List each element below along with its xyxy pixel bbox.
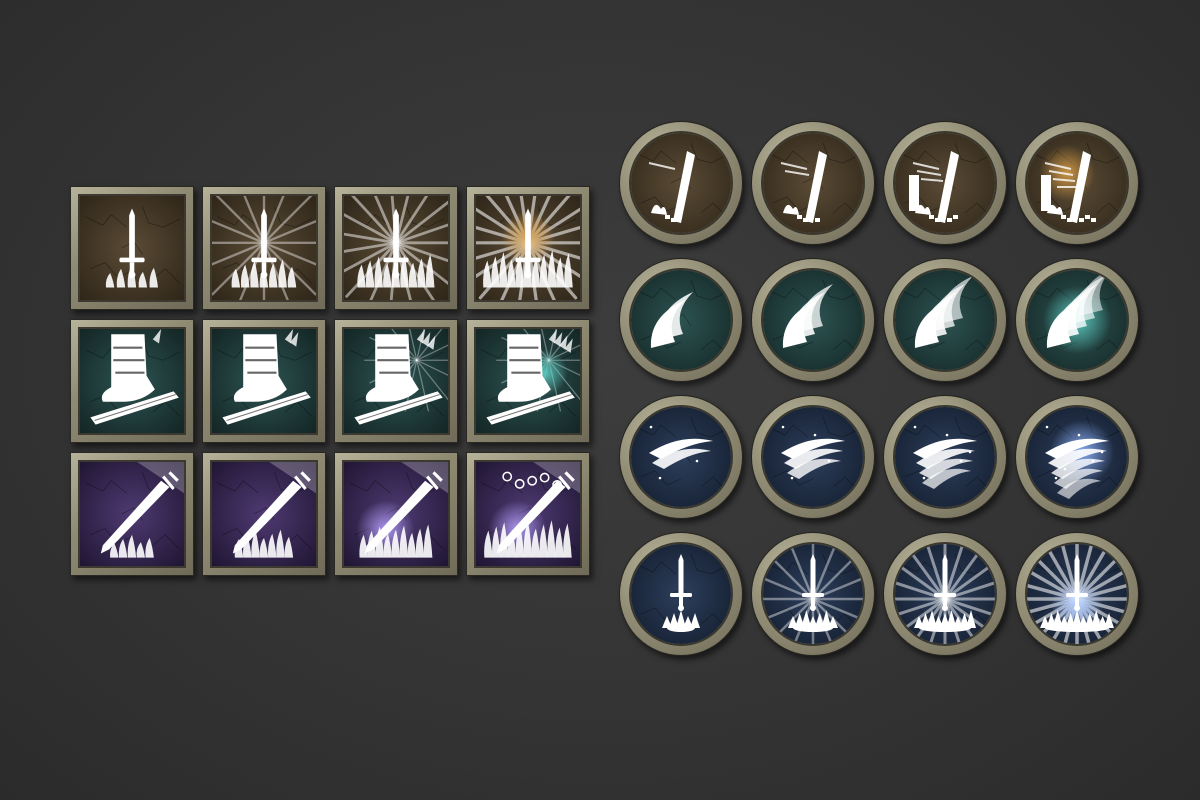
sword-burst-icon — [212, 196, 316, 300]
skill-icon-badge — [1015, 395, 1139, 519]
skill-icon-badge — [883, 395, 1007, 519]
skill-icon-badge — [619, 258, 743, 382]
crescent-wave-icon — [631, 270, 731, 370]
skill-icon-art — [893, 542, 997, 646]
boot-kick-icon — [476, 329, 580, 433]
skill-icon-tile — [70, 186, 194, 310]
skill-icon-badge — [883, 121, 1007, 245]
skill-icon-art — [629, 268, 733, 372]
boot-kick-icon — [212, 329, 316, 433]
sword-impact-icon — [763, 544, 863, 644]
skill-icon-art — [629, 405, 733, 509]
skill-icon-art — [893, 405, 997, 509]
skill-icon-art — [761, 542, 865, 646]
skill-icon-badge — [1015, 258, 1139, 382]
skill-icon-art — [342, 194, 450, 302]
skill-icon-art — [1025, 405, 1129, 509]
skill-icon-art — [342, 460, 450, 568]
flaming-blade-icon — [212, 462, 316, 566]
skill-icon-art — [629, 542, 733, 646]
wind-slash-icon — [895, 407, 995, 507]
flaming-blade-icon — [80, 462, 184, 566]
flaming-blade-icon — [476, 462, 580, 566]
sword-impact-icon — [631, 544, 731, 644]
skill-icon-art — [893, 268, 997, 372]
flaming-blade-icon — [344, 462, 448, 566]
skill-icon-art — [761, 405, 865, 509]
skill-icon-badge — [1015, 532, 1139, 656]
skill-icon-tile — [466, 319, 590, 443]
skill-icon-badge — [751, 258, 875, 382]
skill-icon-badge — [619, 121, 743, 245]
boot-kick-icon — [344, 329, 448, 433]
skill-icon-art — [78, 460, 186, 568]
skill-icon-art — [893, 131, 997, 235]
skill-icon-tile — [70, 319, 194, 443]
rising-slash-icon — [895, 133, 995, 233]
skill-icon-art — [210, 327, 318, 435]
sword-burst-icon — [476, 196, 580, 300]
skill-icon-art — [629, 131, 733, 235]
skill-icon-badge — [619, 532, 743, 656]
crescent-wave-icon — [763, 270, 863, 370]
skill-icon-tile — [466, 452, 590, 576]
skill-icon-tile — [466, 186, 590, 310]
sword-burst-icon — [344, 196, 448, 300]
sword-impact-icon — [1027, 544, 1127, 644]
crescent-wave-icon — [1027, 270, 1127, 370]
skill-icon-art — [474, 194, 582, 302]
skill-icon-tile — [334, 186, 458, 310]
skill-icon-tile — [202, 319, 326, 443]
sword-burst-icon — [80, 196, 184, 300]
rising-slash-icon — [763, 133, 863, 233]
skill-icon-tile — [202, 186, 326, 310]
skill-icon-tile — [334, 452, 458, 576]
wind-slash-icon — [763, 407, 863, 507]
skill-icon-tile — [202, 452, 326, 576]
skill-icon-badge — [619, 395, 743, 519]
wind-slash-icon — [631, 407, 731, 507]
skill-icon-tile — [334, 319, 458, 443]
skill-icon-tile — [70, 452, 194, 576]
wind-slash-icon — [1027, 407, 1127, 507]
rising-slash-icon — [631, 133, 731, 233]
crescent-wave-icon — [895, 270, 995, 370]
skill-icon-art — [342, 327, 450, 435]
skill-icon-art — [78, 194, 186, 302]
skill-icon-badge — [883, 258, 1007, 382]
skill-icon-badge — [1015, 121, 1139, 245]
rising-slash-icon — [1027, 133, 1127, 233]
skill-icon-art — [78, 327, 186, 435]
skill-icon-art — [761, 268, 865, 372]
skill-icon-art — [474, 327, 582, 435]
skill-icon-art — [761, 131, 865, 235]
skill-icon-art — [1025, 131, 1129, 235]
skill-icon-art — [1025, 542, 1129, 646]
boot-kick-icon — [80, 329, 184, 433]
skill-icon-badge — [751, 532, 875, 656]
skill-icon-badge — [751, 121, 875, 245]
skill-icon-art — [210, 460, 318, 568]
skill-icon-art — [1025, 268, 1129, 372]
skill-icon-badge — [883, 532, 1007, 656]
skill-icon-art — [210, 194, 318, 302]
skill-icon-art — [474, 460, 582, 568]
sword-impact-icon — [895, 544, 995, 644]
skill-icon-badge — [751, 395, 875, 519]
